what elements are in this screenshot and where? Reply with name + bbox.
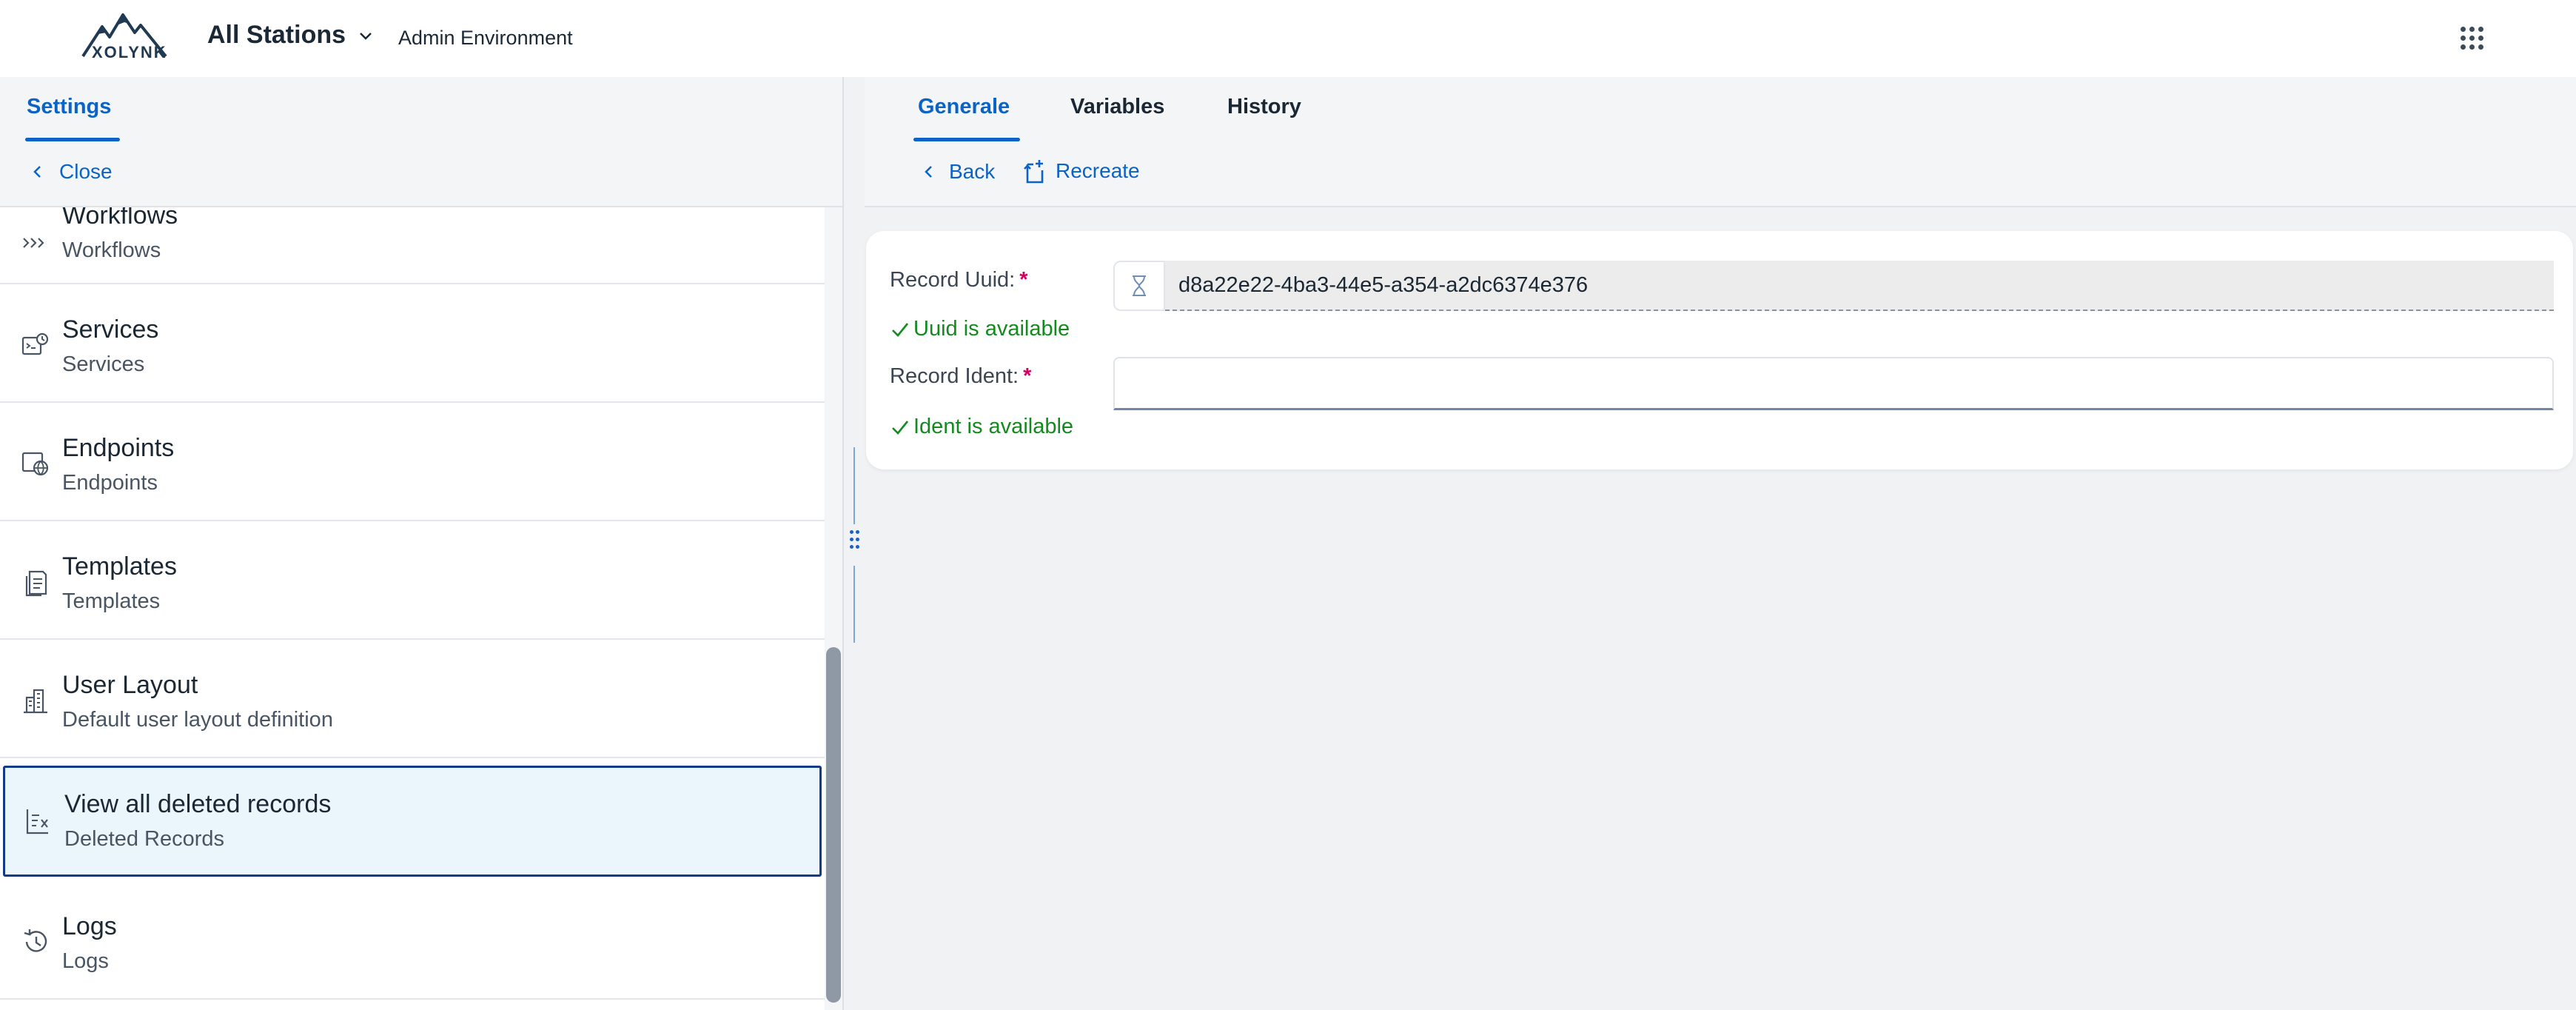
- logo-text: XOLYNK: [92, 43, 167, 61]
- recreate-button[interactable]: Recreate: [1023, 158, 1140, 184]
- close-button[interactable]: Close: [30, 160, 113, 184]
- item-title: Endpoints: [62, 434, 175, 462]
- workflow-icon: [23, 238, 44, 248]
- required-mark: *: [1019, 268, 1028, 292]
- item-subtitle: Templates: [62, 589, 161, 613]
- generate-uuid-button[interactable]: [1113, 261, 1165, 311]
- active-tab-indicator: [25, 138, 120, 141]
- splitter-line: [853, 447, 855, 524]
- settings-pane: Settings Close Workflows Workflows Servi…: [0, 77, 842, 1010]
- uuid-status: Uuid is available: [890, 317, 1070, 341]
- history-icon: [24, 929, 47, 952]
- tab-variables[interactable]: Variables: [1070, 95, 1164, 119]
- item-subtitle: Services: [62, 352, 145, 376]
- recreate-icon: [1024, 160, 1044, 184]
- deleted-records-icon: [26, 809, 48, 835]
- close-label: Close: [59, 160, 113, 183]
- tab-generale[interactable]: Generale: [918, 95, 1010, 119]
- list-item-templates[interactable]: Templates Templates: [0, 521, 825, 640]
- item-subtitle: Logs: [62, 949, 109, 973]
- ident-input[interactable]: [1113, 357, 2554, 410]
- list-item-user-layout[interactable]: User Layout Default user layout definiti…: [0, 640, 825, 758]
- item-title: Logs: [62, 912, 117, 940]
- apps-grid-icon[interactable]: [2459, 25, 2486, 52]
- item-subtitle: Workflows: [62, 238, 161, 262]
- chevron-down-icon: [360, 32, 372, 40]
- record-form: Record Uuid: * d8a22e22-4ba3-44e5-a354-a2…: [866, 231, 2573, 469]
- item-title: View all deleted records: [64, 790, 332, 818]
- ident-label: Record Ident: *: [890, 364, 1031, 389]
- uuid-label-text: Record Uuid:: [890, 268, 1016, 292]
- tab-settings[interactable]: Settings: [27, 95, 111, 119]
- item-title: Services: [62, 315, 159, 344]
- chevron-left-icon: [925, 166, 932, 178]
- chevron-left-icon: [33, 166, 41, 178]
- uuid-label: Record Uuid: *: [890, 268, 1028, 292]
- item-title: User Layout: [62, 671, 198, 699]
- check-icon: [892, 322, 909, 337]
- back-label: Back: [949, 160, 996, 183]
- record-header: Generale Variables History Back Recreate: [865, 77, 2576, 207]
- splitter-line: [853, 566, 855, 643]
- drag-handle-icon[interactable]: [850, 530, 860, 549]
- layout-icon: [24, 689, 47, 714]
- hourglass-icon: [1133, 275, 1146, 296]
- item-subtitle: Endpoints: [62, 471, 158, 495]
- item-subtitle: Deleted Records: [64, 827, 224, 851]
- top-bar: XOLYNK All Stations Admin Environment: [0, 0, 2576, 77]
- list-item-logs[interactable]: Logs Logs: [0, 881, 825, 1000]
- list-item-services[interactable]: Services Services: [0, 284, 825, 403]
- uuid-field: d8a22e22-4ba3-44e5-a354-a2dc6374e376: [1165, 261, 2554, 311]
- back-button[interactable]: Back: [921, 160, 995, 184]
- station-label: All Stations: [207, 21, 346, 49]
- pane-splitter[interactable]: [842, 77, 865, 1010]
- ident-status-text: Ident is available: [913, 415, 1074, 438]
- station-selector[interactable]: All Stations: [207, 21, 374, 50]
- templates-icon: [25, 570, 47, 597]
- ident-label-text: Record Ident:: [890, 364, 1019, 388]
- list-item-endpoints[interactable]: Endpoints Endpoints: [0, 403, 825, 521]
- list-item-deleted-records[interactable]: View all deleted records Deleted Records: [3, 766, 822, 877]
- item-title: Workflows: [62, 207, 178, 230]
- active-tab-indicator: [913, 138, 1020, 141]
- endpoints-icon: [21, 452, 49, 476]
- check-icon: [892, 420, 909, 435]
- settings-header: Settings Close: [0, 77, 842, 207]
- item-title: Templates: [62, 552, 177, 581]
- item-subtitle: Default user layout definition: [62, 708, 333, 732]
- recreate-label: Recreate: [1056, 159, 1140, 182]
- environment-label: Admin Environment: [398, 27, 573, 49]
- uuid-status-text: Uuid is available: [913, 317, 1070, 341]
- services-icon: [21, 332, 49, 355]
- ident-status: Ident is available: [890, 415, 1073, 439]
- settings-list: Workflows Workflows Services Services En…: [0, 207, 825, 1001]
- tab-history[interactable]: History: [1227, 95, 1301, 119]
- list-item-workflows[interactable]: Workflows Workflows: [0, 207, 825, 284]
- scrollbar-thumb[interactable]: [826, 647, 841, 1003]
- required-mark: *: [1023, 364, 1032, 388]
